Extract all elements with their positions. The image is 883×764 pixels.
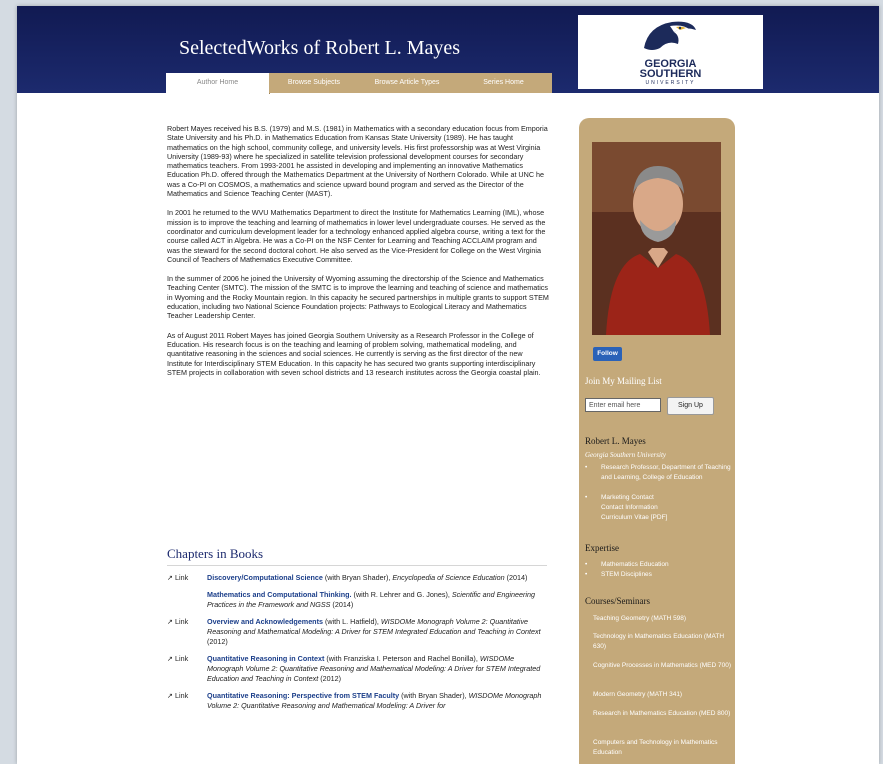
follow-button[interactable]: Follow [593, 347, 622, 361]
chapter-entry: ↗ Link Discovery/Computational Science (… [167, 573, 547, 583]
biography: Robert Mayes received his B.S. (1979) an… [167, 124, 549, 387]
chapter-source: Encyclopedia of Science Education [392, 573, 505, 582]
link-label: Link [175, 573, 189, 582]
chapters-heading: Chapters in Books [167, 546, 547, 566]
external-link-icon: ↗ [167, 691, 174, 700]
chapter-link[interactable]: ↗ Link [167, 617, 188, 627]
tab-browse-article-types[interactable]: Browse Article Types [359, 73, 456, 93]
external-link-icon: ↗ [167, 573, 174, 582]
link-label: Link [175, 691, 189, 700]
chapter-entry: ↗ Link Overview and Acknowledgements (wi… [167, 617, 547, 647]
link-label: Link [175, 654, 189, 663]
chapter-link[interactable]: ↗ Link [167, 573, 188, 583]
course-item[interactable]: Modern Geometry (MATH 341) [593, 690, 733, 700]
chapter-authors: (with Bryan Shader), [322, 573, 393, 582]
email-input[interactable]: Enter email here [585, 398, 661, 412]
external-link-icon: ↗ [167, 654, 174, 663]
course-item[interactable]: Technology in Mathematics Education (MAT… [593, 632, 733, 652]
chapter-year: (2012) [207, 637, 228, 646]
link-label: Link [175, 617, 189, 626]
institution-name: Georgia Southern University [585, 451, 667, 459]
chapter-authors: (with Franziska I. Peterson and Rachel B… [324, 654, 480, 663]
tab-author-home[interactable]: Author Home [166, 73, 270, 94]
profile-name-heading: Robert L. Mayes [585, 436, 646, 446]
sidebar: Follow Join My Mailing List Enter email … [579, 118, 735, 764]
bullet-icon: • [585, 494, 588, 501]
logo-line-3: UNIVERSITY [645, 80, 696, 86]
chapter-entry: ↗ Link Quantitative Reasoning: Perspecti… [167, 691, 547, 711]
page: SelectedWorks of Robert L. Mayes GEORGIA… [17, 6, 879, 764]
chapter-authors: (with L. Hatfield), [322, 617, 381, 626]
course-item[interactable]: Research in Mathematics Education (MED 8… [593, 709, 733, 719]
chapter-year: (2014) [504, 573, 528, 582]
chapter-title[interactable]: Overview and Acknowledgements [207, 617, 323, 626]
site-title: SelectedWorks of Robert L. Mayes [179, 37, 461, 59]
university-logo[interactable]: GEORGIA SOUTHERN UNIVERSITY [578, 15, 763, 89]
bio-paragraph-1: Robert Mayes received his B.S. (1979) an… [167, 124, 548, 199]
chapter-entry: ↗ Link Quantitative Reasoning in Context… [167, 654, 547, 684]
bio-paragraph-4: As of August 2011 Robert Mayes has joine… [167, 330, 541, 377]
chapter-authors: (with Bryan Shader), [399, 691, 469, 700]
author-portrait-icon [592, 142, 721, 335]
bio-paragraph-3: In the summer of 2006 he joined the Univ… [167, 274, 549, 321]
tab-series-home[interactable]: Series Home [455, 73, 552, 93]
chapter-link[interactable]: ↗ Link [167, 654, 188, 664]
courses-heading: Courses/Seminars [585, 596, 650, 606]
signup-button[interactable]: Sign Up [667, 397, 714, 415]
chapter-year: (2012) [318, 674, 342, 683]
logo-line-2: SOUTHERN [639, 68, 702, 80]
mailing-list-heading: Join My Mailing List [585, 376, 662, 386]
chapters-section: Chapters in Books ↗ Link Discovery/Compu… [167, 546, 547, 711]
tab-browse-subjects[interactable]: Browse Subjects [269, 73, 360, 93]
chapter-authors: (with R. Lehrer and G. Jones), [351, 590, 452, 599]
expertise-heading: Expertise [585, 543, 619, 553]
chapter-title[interactable]: Quantitative Reasoning in Context [207, 654, 324, 663]
bullet-icon: • [585, 464, 588, 471]
bio-paragraph-2: In 2001 he returned to the WVU Mathemati… [167, 208, 546, 264]
bullet-icon: • [585, 571, 588, 578]
chapter-year: (2014) [330, 600, 354, 609]
course-item[interactable]: Teaching Geometry (MATH 598) [593, 614, 733, 624]
chapter-title[interactable]: Mathematics and Computational Thinking. [207, 590, 352, 599]
author-photo [592, 142, 721, 335]
course-item[interactable]: Computers and Technology in Mathematics … [593, 738, 733, 758]
chapter-title[interactable]: Discovery/Computational Science [207, 573, 323, 582]
chapter-entry: Mathematics and Computational Thinking. … [167, 590, 547, 610]
course-item[interactable]: Cognitive Processes in Mathematics (MED … [593, 661, 733, 671]
header: SelectedWorks of Robert L. Mayes GEORGIA… [17, 6, 879, 94]
external-link-icon: ↗ [167, 617, 174, 626]
chapter-title[interactable]: Quantitative Reasoning: Perspective from… [207, 691, 399, 700]
eagle-logo-icon [644, 21, 696, 50]
chapter-link[interactable]: ↗ Link [167, 691, 188, 701]
bullet-icon: • [585, 561, 588, 568]
